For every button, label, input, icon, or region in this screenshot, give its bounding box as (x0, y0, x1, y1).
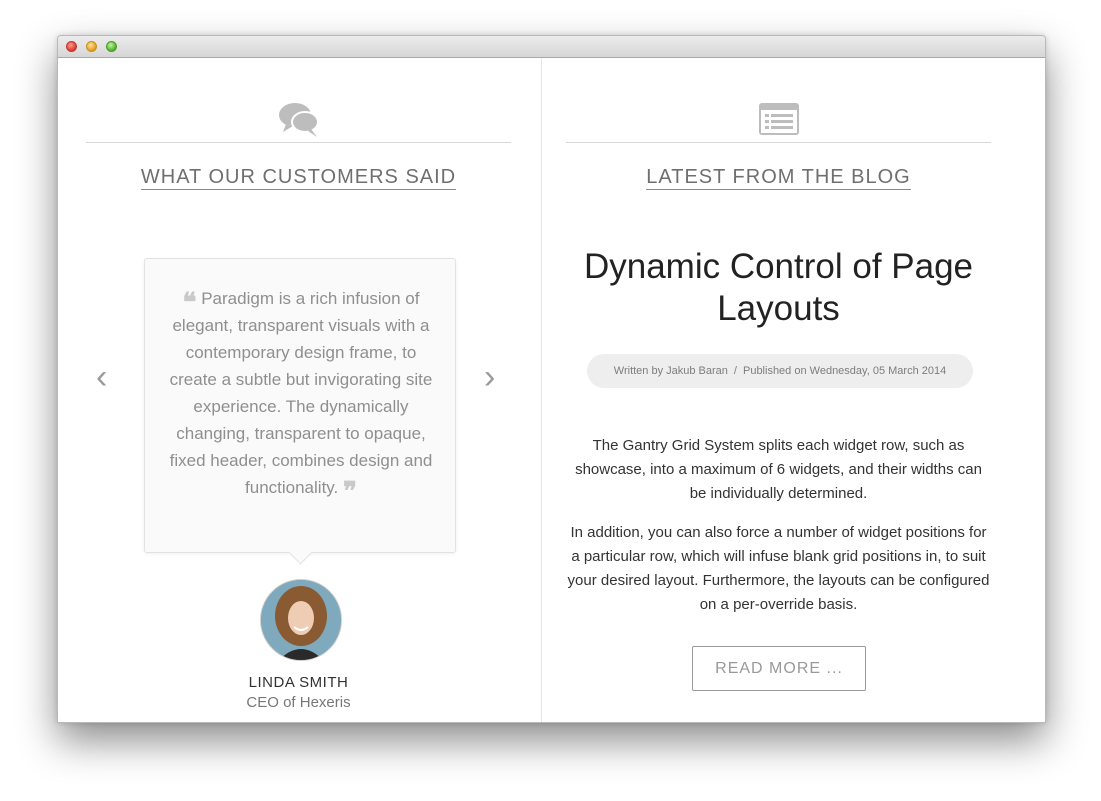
read-more-button[interactable]: READ MORE ... (692, 646, 866, 691)
list-icon (758, 102, 800, 141)
stage: WHAT OUR CUSTOMERS SAID ‹ › ❝ Paradigm i… (0, 0, 1101, 801)
avatar (260, 579, 342, 661)
testimonial-card: ❝ Paradigm is a rich infusion of elegant… (144, 258, 456, 553)
person-role: CEO of Hexeris (246, 694, 351, 711)
title-bar (58, 36, 1045, 58)
close-window-button[interactable] (66, 41, 77, 52)
testimonial-quote: ❝ Paradigm is a rich infusion of elegant… (167, 285, 435, 505)
minimize-window-button[interactable] (86, 41, 97, 52)
blog-section: LATEST FROM THE BLOG Dynamic Control of … (566, 58, 991, 722)
post-paragraph: The Gantry Grid System splits each widge… (575, 437, 982, 502)
section-rule (86, 142, 511, 143)
blog-post-title[interactable]: Dynamic Control of Page Layouts (566, 246, 991, 330)
post-paragraph: In addition, you can also force a number… (567, 524, 990, 613)
meta-separator: / (733, 365, 737, 377)
close-quote-icon: ❞ (342, 477, 357, 507)
open-quote-icon: ❝ (182, 288, 197, 318)
testimonials-title[interactable]: WHAT OUR CUSTOMERS SAID (140, 166, 457, 190)
blog-section-title[interactable]: LATEST FROM THE BLOG (646, 166, 911, 190)
post-meta: Written by Jakub Baran / Published on Wedn… (587, 354, 973, 388)
post-author: Written by Jakub Baran (613, 365, 728, 377)
testimonials-section: WHAT OUR CUSTOMERS SAID ‹ › ❝ Paradigm i… (86, 58, 511, 722)
section-rule (566, 142, 991, 143)
speech-bubbles-icon (278, 102, 320, 143)
browser-window: WHAT OUR CUSTOMERS SAID ‹ › ❝ Paradigm i… (57, 35, 1046, 723)
zoom-window-button[interactable] (106, 41, 117, 52)
page-content: WHAT OUR CUSTOMERS SAID ‹ › ❝ Paradigm i… (58, 58, 1045, 722)
person-name: LINDA SMITH (248, 674, 349, 691)
post-date: Published on Wednesday, 05 March 2014 (742, 365, 947, 377)
column-divider (541, 58, 542, 722)
section-title: LATEST FROM THE BLOG (566, 166, 991, 190)
section-title: WHAT OUR CUSTOMERS SAID (86, 166, 511, 190)
testimonial-quote-text: Paradigm is a rich infusion of elegant, … (169, 289, 433, 497)
previous-testimonial-arrow[interactable]: ‹ (96, 358, 107, 397)
next-testimonial-arrow[interactable]: › (484, 358, 495, 397)
